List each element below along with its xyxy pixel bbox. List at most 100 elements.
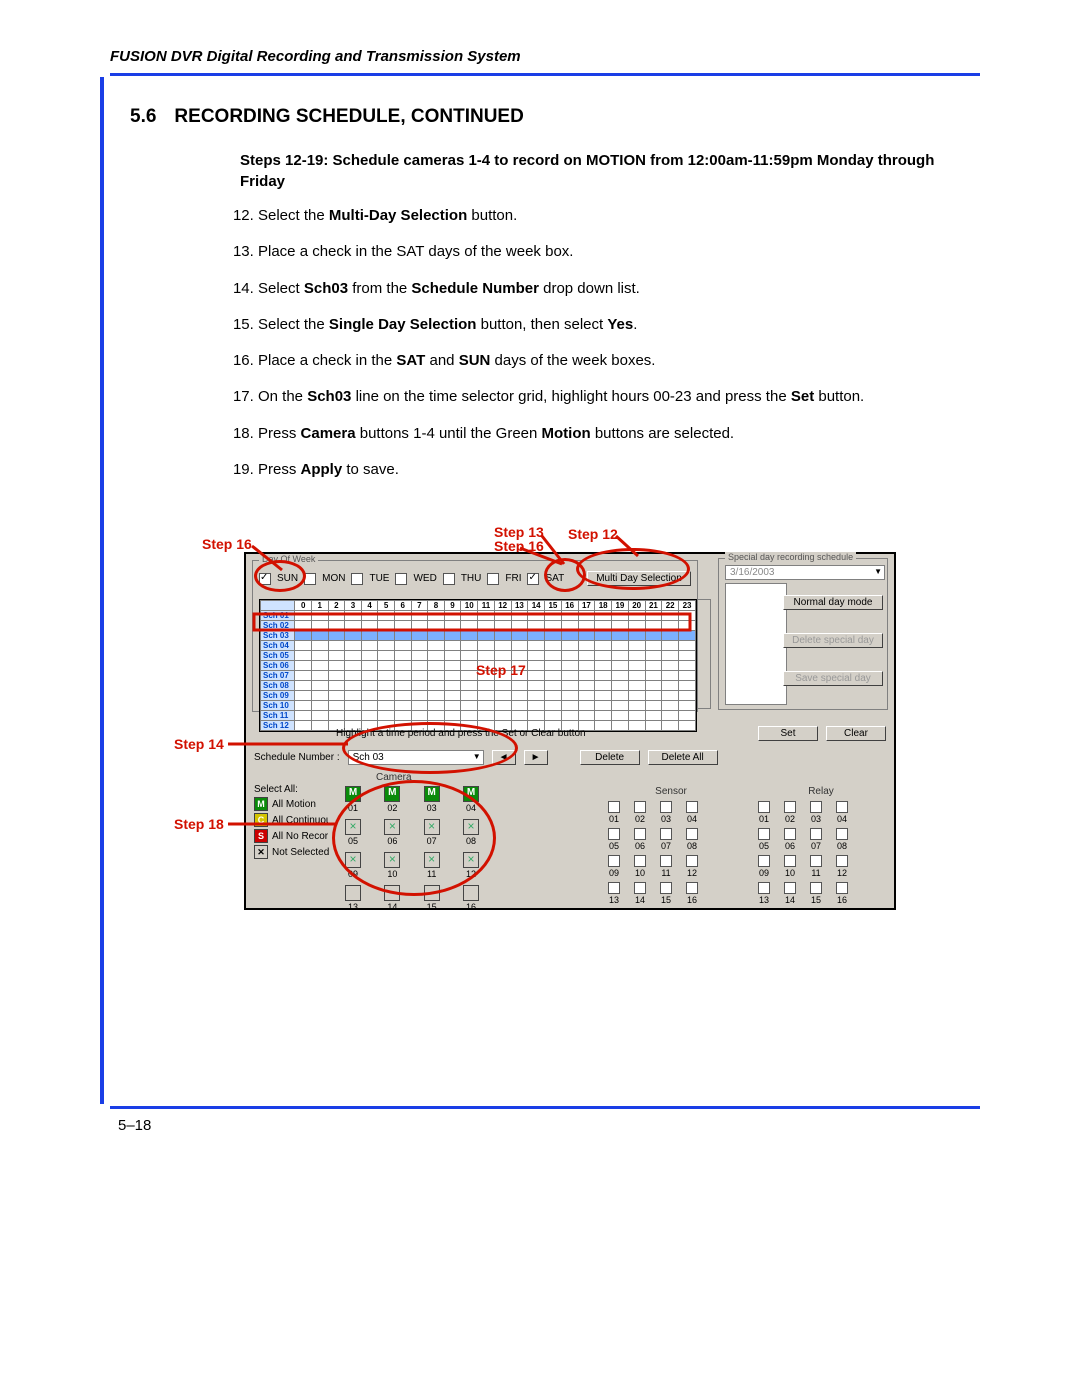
sensor-number: 14 bbox=[632, 895, 648, 905]
sensor-button[interactable] bbox=[686, 801, 698, 813]
relay-button[interactable] bbox=[784, 855, 796, 867]
camera-button[interactable] bbox=[345, 786, 361, 802]
screenshot-panel: Day Of Week SUNMONTUEWEDTHUFRISATMulti D… bbox=[244, 552, 896, 910]
sensor-button[interactable] bbox=[686, 855, 698, 867]
day-checkbox-mon[interactable] bbox=[304, 573, 316, 585]
special-date-dropdown[interactable]: 3/16/2003 bbox=[725, 565, 885, 580]
multi-day-selection-button[interactable]: Multi Day Selection bbox=[587, 571, 691, 586]
sensor-button[interactable] bbox=[634, 855, 646, 867]
clear-button[interactable]: Clear bbox=[826, 726, 886, 741]
step-item: Press Apply to save. bbox=[258, 460, 940, 480]
camera-button[interactable] bbox=[463, 819, 479, 835]
grid-scrollbar[interactable] bbox=[697, 599, 711, 709]
camera-button[interactable] bbox=[345, 852, 361, 868]
camera-button[interactable] bbox=[384, 786, 400, 802]
camera-button[interactable] bbox=[384, 885, 400, 901]
sensor-button[interactable] bbox=[634, 828, 646, 840]
sensor-button[interactable] bbox=[634, 882, 646, 894]
sensor-button[interactable] bbox=[686, 828, 698, 840]
day-checkbox-fri[interactable] bbox=[487, 573, 499, 585]
day-checkbox-sun[interactable] bbox=[259, 573, 271, 585]
sensor-number: 09 bbox=[606, 868, 622, 878]
sensor-number: 13 bbox=[606, 895, 622, 905]
sensor-button[interactable] bbox=[660, 855, 672, 867]
relay-number: 07 bbox=[808, 841, 824, 851]
not-selected-icon[interactable]: ✕ bbox=[254, 845, 268, 859]
sensor-button[interactable] bbox=[634, 801, 646, 813]
day-checkbox-wed[interactable] bbox=[395, 573, 407, 585]
relay-button[interactable] bbox=[836, 828, 848, 840]
relay-button[interactable] bbox=[784, 828, 796, 840]
camera-button[interactable] bbox=[384, 819, 400, 835]
section-title: RECORDING SCHEDULE, CONTINUED bbox=[174, 106, 523, 128]
relay-button[interactable] bbox=[758, 855, 770, 867]
sensor-number: 06 bbox=[632, 841, 648, 851]
sensor-button[interactable] bbox=[608, 828, 620, 840]
relay-button[interactable] bbox=[758, 801, 770, 813]
relay-label: Relay bbox=[756, 786, 886, 797]
camera-button[interactable] bbox=[463, 786, 479, 802]
sensor-button[interactable] bbox=[660, 828, 672, 840]
camera-button[interactable] bbox=[424, 819, 440, 835]
camera-number: 05 bbox=[342, 836, 364, 846]
day-row: SUNMONTUEWEDTHUFRISATMulti Day Selection bbox=[259, 571, 691, 586]
all-motion-label: All Motion bbox=[272, 799, 316, 810]
normal-day-mode-button[interactable]: Normal day mode bbox=[783, 595, 883, 610]
delete-button[interactable]: Delete bbox=[580, 750, 640, 765]
camera-button[interactable] bbox=[424, 885, 440, 901]
sensor-button[interactable] bbox=[608, 882, 620, 894]
sensor-button[interactable] bbox=[608, 801, 620, 813]
day-label: SAT bbox=[545, 573, 564, 584]
relay-button[interactable] bbox=[810, 801, 822, 813]
sched-prev-button[interactable]: ◄ bbox=[492, 750, 516, 765]
all-norecord-icon[interactable]: S bbox=[254, 829, 268, 843]
relay-button[interactable] bbox=[784, 801, 796, 813]
camera-button[interactable] bbox=[424, 852, 440, 868]
relay-button[interactable] bbox=[758, 828, 770, 840]
day-checkbox-sat[interactable] bbox=[527, 573, 539, 585]
all-motion-icon[interactable]: M bbox=[254, 797, 268, 811]
camera-button[interactable] bbox=[384, 852, 400, 868]
relay-number: 13 bbox=[756, 895, 772, 905]
callout-step-18: Step 18 bbox=[174, 816, 224, 832]
left-rail bbox=[100, 77, 104, 1104]
save-special-day-button[interactable]: Save special day bbox=[783, 671, 883, 686]
camera-button[interactable] bbox=[463, 852, 479, 868]
relay-button[interactable] bbox=[810, 828, 822, 840]
set-button[interactable]: Set bbox=[758, 726, 818, 741]
sensor-button[interactable] bbox=[660, 882, 672, 894]
relay-number: 12 bbox=[834, 868, 850, 878]
relay-button[interactable] bbox=[810, 855, 822, 867]
relay-button[interactable] bbox=[836, 855, 848, 867]
relay-button[interactable] bbox=[758, 882, 770, 894]
camera-number: 09 bbox=[342, 869, 364, 879]
relay-button[interactable] bbox=[836, 801, 848, 813]
sensor-number: 01 bbox=[606, 814, 622, 824]
delete-all-button[interactable]: Delete All bbox=[648, 750, 718, 765]
camera-button[interactable] bbox=[463, 885, 479, 901]
schedule-number-dropdown[interactable]: Sch 03 bbox=[348, 750, 484, 765]
special-day-listbox[interactable] bbox=[725, 583, 787, 705]
relay-button[interactable] bbox=[836, 882, 848, 894]
sensor-number: 15 bbox=[658, 895, 674, 905]
sensor-button[interactable] bbox=[660, 801, 672, 813]
sensor-grid: Sensor 01020304050607080910111213141516 bbox=[606, 786, 736, 909]
camera-number: 16 bbox=[460, 902, 482, 912]
sched-next-button[interactable]: ► bbox=[524, 750, 548, 765]
day-checkbox-thu[interactable] bbox=[443, 573, 455, 585]
camera-button[interactable] bbox=[345, 885, 361, 901]
relay-number: 06 bbox=[782, 841, 798, 851]
camera-button[interactable] bbox=[345, 819, 361, 835]
day-of-week-title: Day Of Week bbox=[259, 554, 318, 564]
sensor-button[interactable] bbox=[686, 882, 698, 894]
relay-number: 01 bbox=[756, 814, 772, 824]
sensor-button[interactable] bbox=[608, 855, 620, 867]
sensor-number: 04 bbox=[684, 814, 700, 824]
day-checkbox-tue[interactable] bbox=[351, 573, 363, 585]
all-continuous-icon[interactable]: C bbox=[254, 813, 268, 827]
delete-special-day-button[interactable]: Delete special day bbox=[783, 633, 883, 648]
footer-rule bbox=[110, 1106, 980, 1109]
relay-button[interactable] bbox=[810, 882, 822, 894]
relay-button[interactable] bbox=[784, 882, 796, 894]
camera-button[interactable] bbox=[424, 786, 440, 802]
